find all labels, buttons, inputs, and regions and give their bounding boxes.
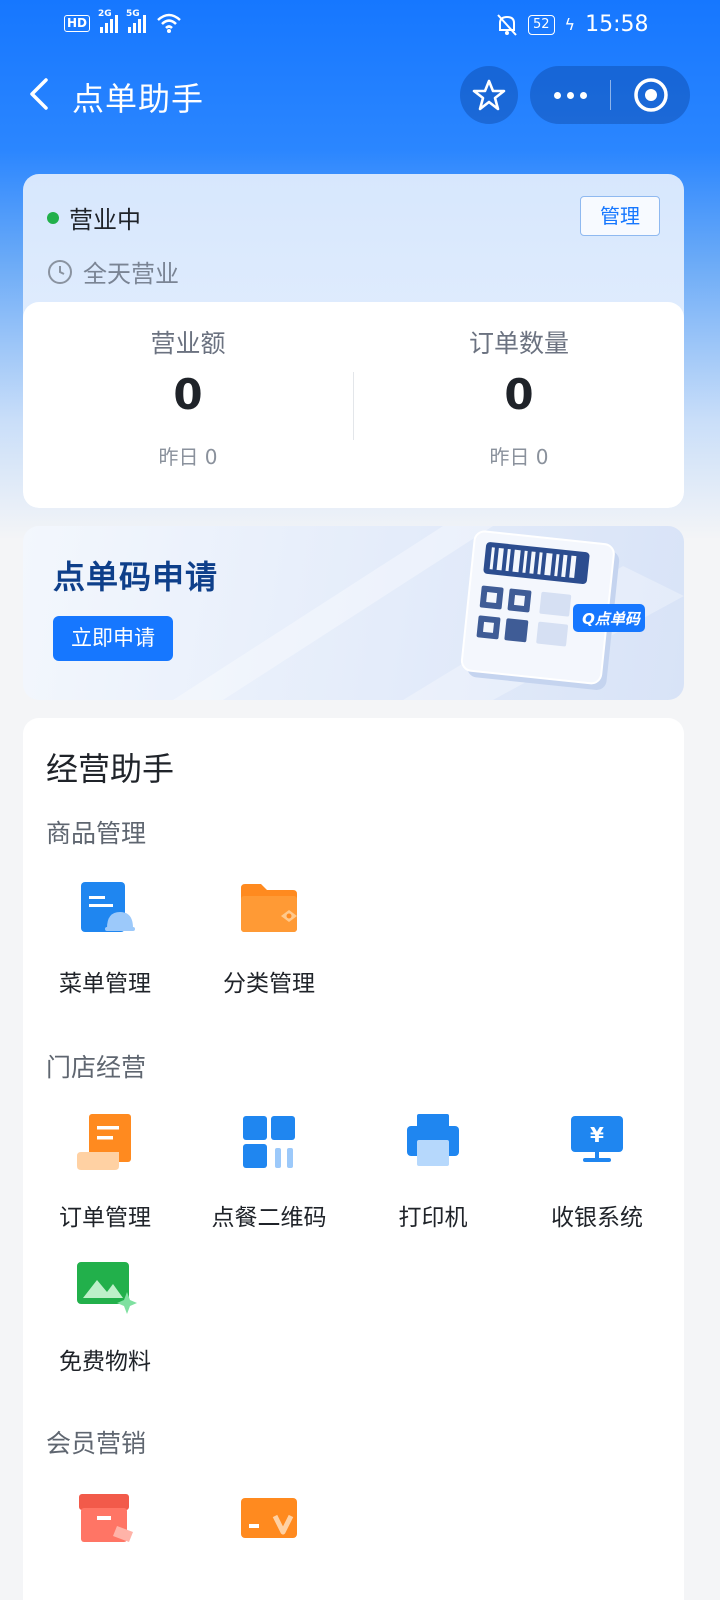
coupon-item[interactable] [23, 1486, 187, 1554]
manage-button[interactable]: 管理 [580, 196, 660, 236]
favorite-button[interactable] [460, 66, 518, 124]
business-status-text: 营业中 [69, 206, 141, 234]
close-mini-program-button[interactable] [611, 66, 690, 124]
clock-time: 15:58 [585, 12, 649, 37]
cashier-system-label: 收银系统 [551, 1205, 643, 1231]
svg-text:¥: ¥ [590, 1123, 604, 1147]
charging-icon: ϟ [564, 15, 576, 34]
order-count-label: 订单数量 [468, 329, 569, 358]
order-icon [77, 1114, 131, 1170]
revenue-yesterday: 昨日 0 [158, 445, 218, 469]
business-status: 营业中 [47, 200, 141, 235]
section-title-store: 门店经营 [46, 1053, 147, 1082]
star-icon [472, 79, 506, 111]
order-count-yesterday: 昨日 0 [489, 445, 549, 469]
revenue-label: 营业额 [150, 329, 226, 358]
cashier-system-item[interactable]: ¥ 收银系统 [515, 1110, 679, 1232]
menu-management-label: 菜单管理 [59, 971, 151, 997]
qr-card-illustration [460, 530, 645, 690]
signal-icon-2: 5G [126, 9, 147, 33]
free-material-label: 免费物料 [59, 1349, 151, 1375]
banner-title: 点单码申请 [53, 558, 219, 596]
order-count-stat[interactable]: 订单数量 0 昨日 0 [354, 324, 684, 470]
qrcode-grid-icon [243, 1116, 295, 1168]
category-management-label: 分类管理 [223, 971, 315, 997]
cashier-icon: ¥ [571, 1116, 623, 1162]
image-material-icon [77, 1262, 137, 1314]
order-count-value: 0 [504, 370, 534, 419]
section-title-goods: 商品管理 [46, 819, 147, 848]
order-management-item[interactable]: 订单管理 [23, 1110, 187, 1232]
order-qrcode-label: 点餐二维码 [211, 1205, 327, 1231]
business-hours: 全天营业 [47, 254, 179, 289]
business-assistant-card: 经营助手 商品管理 菜单管理 分类管理 门店经营 订单管理 点餐二维码 打印机 … [23, 718, 684, 1600]
signal-type-label: 2G [98, 9, 112, 19]
mute-bell-icon [497, 13, 517, 36]
target-circle-icon [633, 78, 668, 112]
business-hours-text: 全天营业 [83, 260, 179, 288]
coupon-icon [79, 1494, 133, 1542]
wifi-icon [157, 13, 181, 33]
nav-bar: 点单助手 [0, 60, 720, 130]
hd-badge: HD [64, 14, 91, 32]
order-management-label: 订单管理 [59, 1205, 151, 1231]
back-arrow-icon[interactable] [24, 76, 58, 112]
assistant-title: 经营助手 [46, 750, 175, 788]
page-title: 点单助手 [72, 80, 205, 118]
printer-item[interactable]: 打印机 [351, 1110, 515, 1232]
clock-icon [48, 259, 72, 284]
more-dot-icon [553, 91, 561, 99]
qr-apply-banner[interactable]: 点单码申请 立即申请 Q点单码 [23, 526, 684, 700]
menu-management-item[interactable]: 菜单管理 [23, 876, 187, 998]
printer-label: 打印机 [398, 1205, 468, 1231]
store-status-card: 营业中 管理 全天营业 营业额 0 昨日 0 订单数量 0 昨日 0 [23, 174, 684, 508]
category-management-item[interactable]: 分类管理 [187, 876, 351, 998]
battery-indicator: 52 [528, 14, 555, 35]
printer-icon [407, 1114, 459, 1166]
signal-icon: 2G [98, 9, 119, 33]
more-button[interactable] [530, 66, 610, 124]
status-bar: HD 2G 5G 52 ϟ 15:58 [0, 0, 720, 48]
apply-now-button[interactable]: 立即申请 [53, 616, 173, 661]
menu-icon [81, 882, 135, 932]
vip-card-item[interactable] [187, 1486, 351, 1554]
order-qrcode-item[interactable]: 点餐二维码 [187, 1110, 351, 1232]
mini-program-capsule [530, 66, 690, 124]
status-dot-icon [47, 211, 59, 224]
stats-panel: 营业额 0 昨日 0 订单数量 0 昨日 0 [23, 302, 684, 508]
more-dot-icon [566, 91, 574, 99]
revenue-value: 0 [173, 370, 203, 419]
vip-card-icon [241, 1498, 297, 1538]
free-material-item[interactable]: 免费物料 [23, 1254, 187, 1376]
more-dot-icon [579, 91, 587, 99]
qr-badge-label: Q点单码 [582, 610, 640, 628]
folder-icon [241, 884, 297, 932]
section-title-member: 会员营销 [46, 1429, 147, 1458]
revenue-stat[interactable]: 营业额 0 昨日 0 [23, 324, 353, 470]
signal-type-label-2: 5G [126, 9, 140, 19]
